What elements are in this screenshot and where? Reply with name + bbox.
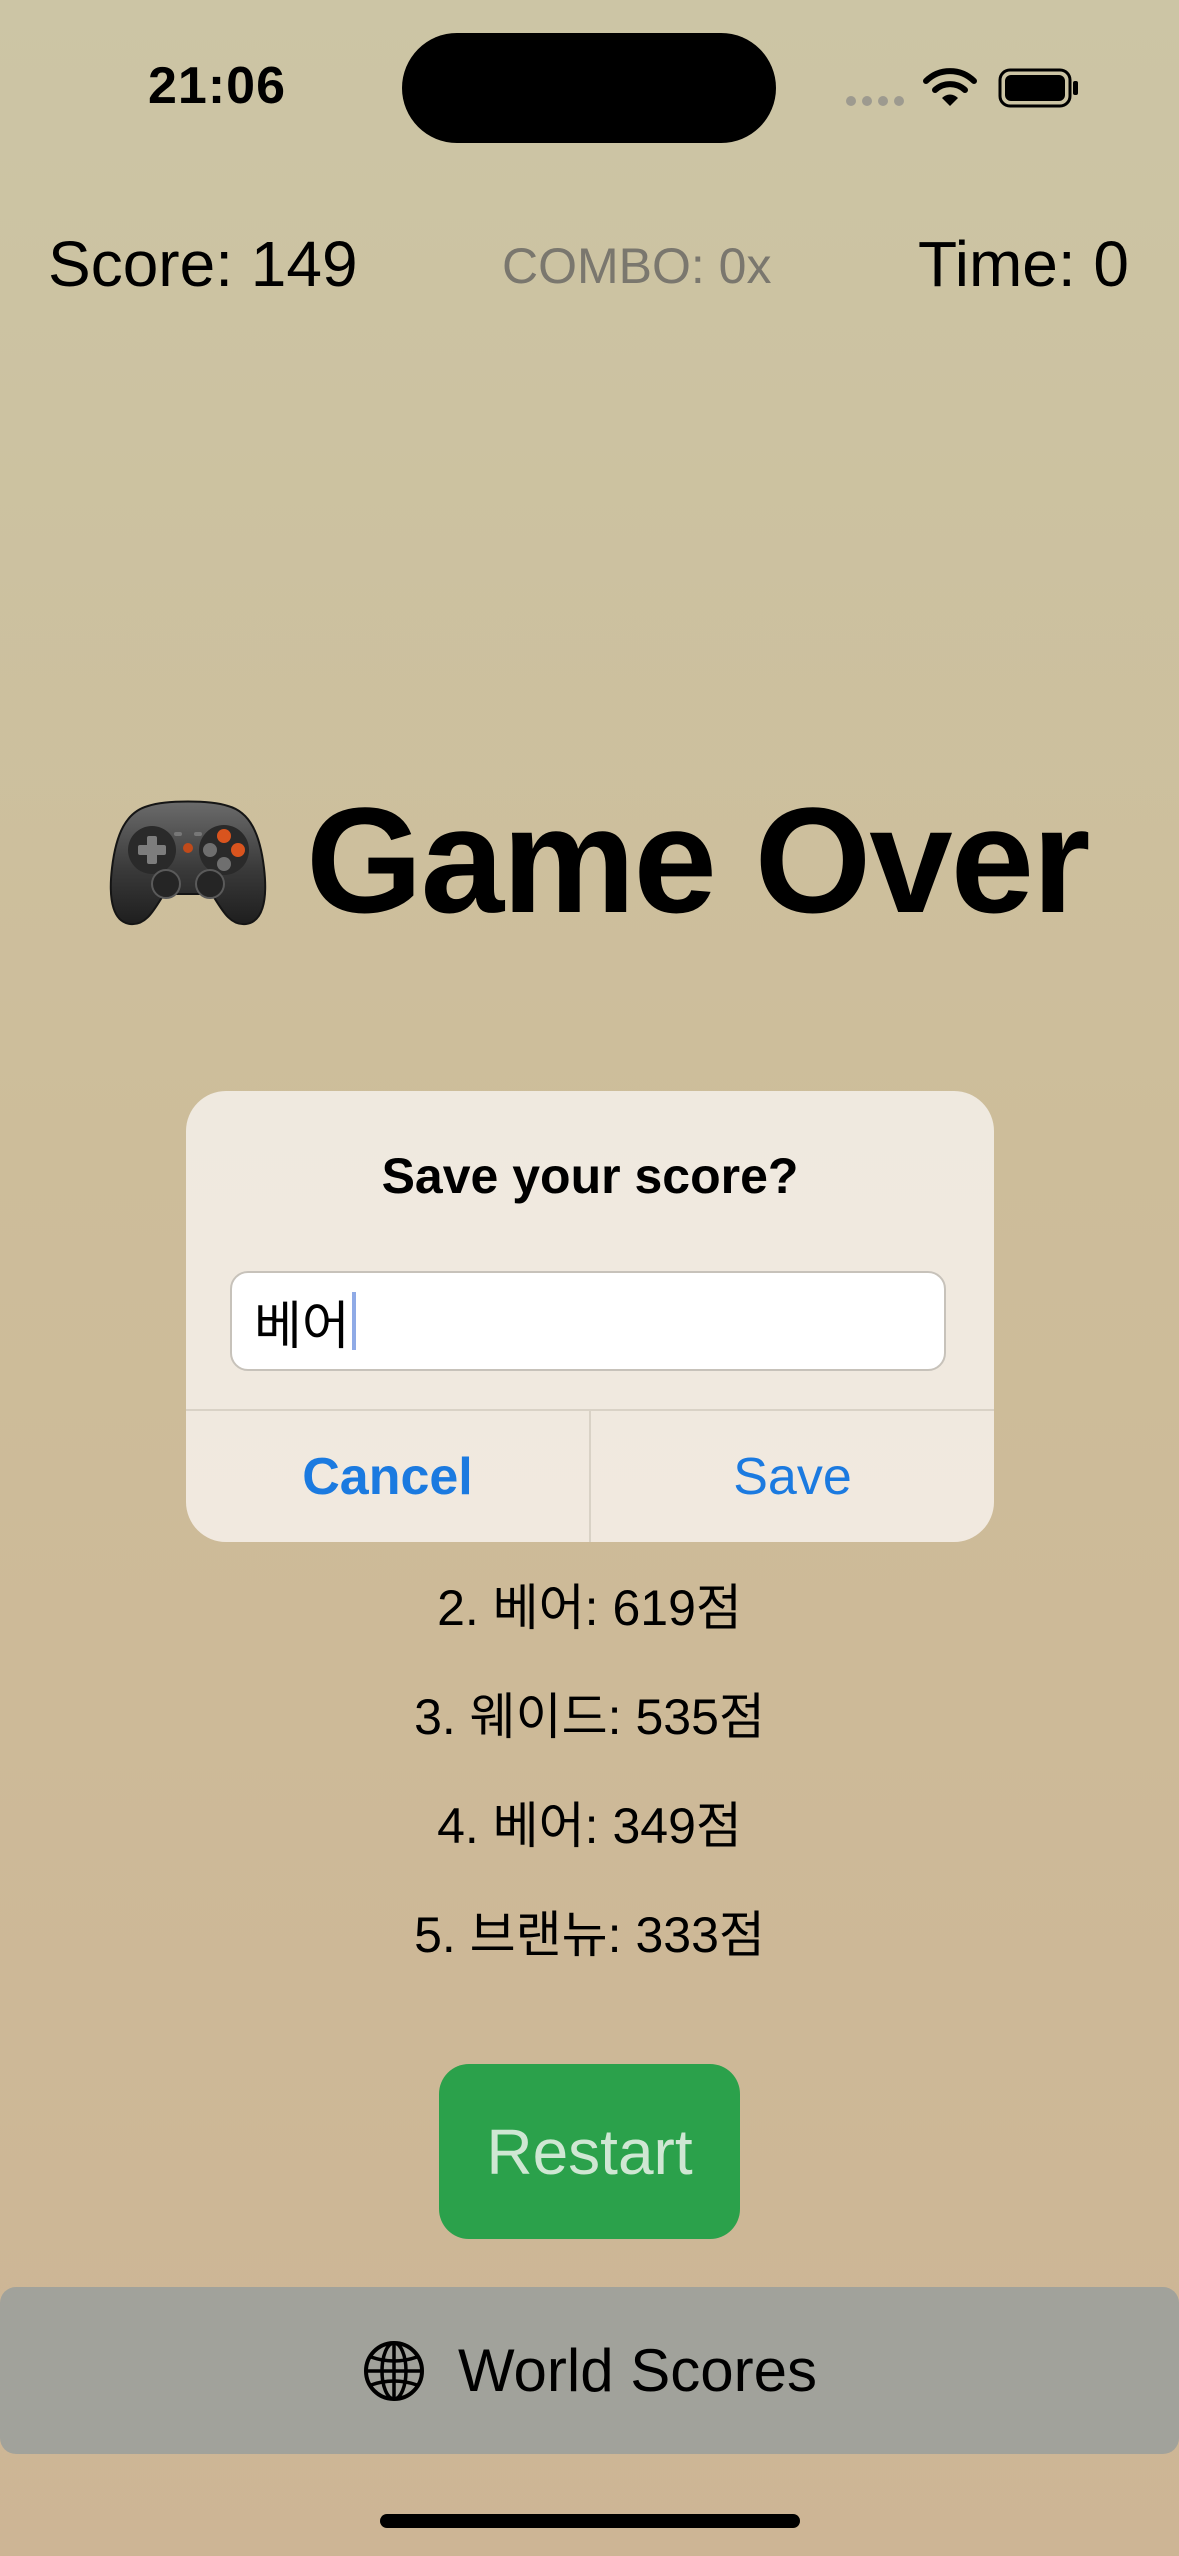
alert-title: Save your score? (381, 1148, 799, 1204)
home-indicator[interactable] (380, 2514, 800, 2528)
status-time: 21:06 (148, 57, 286, 115)
cancel-button[interactable]: Cancel (186, 1411, 589, 1542)
world-scores-label: World Scores (457, 2337, 817, 2404)
time-label: Time: 0 (918, 228, 1129, 300)
gamepad-icon (109, 800, 267, 926)
leaderboard-row: 4. 베어: 349점 (437, 1798, 742, 1854)
score-label: Score: 149 (48, 228, 358, 300)
name-input[interactable]: 베어 (230, 1271, 946, 1371)
game-over-title: Game Over (306, 776, 1090, 944)
dynamic-island (402, 33, 776, 143)
leaderboard-row: 2. 베어: 619점 (437, 1580, 742, 1636)
world-scores-button[interactable]: World Scores (0, 2287, 1179, 2454)
save-score-alert: Save your score? 베어 Cancel Save (186, 1091, 994, 1542)
wifi-icon (923, 68, 977, 106)
combo-label: COMBO: 0x (502, 238, 772, 294)
text-cursor (351, 1292, 356, 1350)
name-input-value: 베어 (254, 1297, 350, 1356)
game-over-title-row: Game Over (108, 776, 1090, 944)
leaderboard-list: 2. 베어: 619점 3. 웨이드: 535점 4. 베어: 349점 5. … (0, 1568, 1179, 2004)
save-button[interactable]: Save (591, 1411, 994, 1542)
globe-icon (363, 2340, 424, 2401)
leaderboard-row: 5. 브랜뉴: 333점 (414, 1907, 765, 1963)
leaderboard-row: 3. 웨이드: 535점 (414, 1689, 765, 1745)
battery-icon (998, 68, 1078, 108)
restart-button[interactable]: Restart (439, 2064, 740, 2239)
signal-dots-icon (846, 96, 904, 106)
